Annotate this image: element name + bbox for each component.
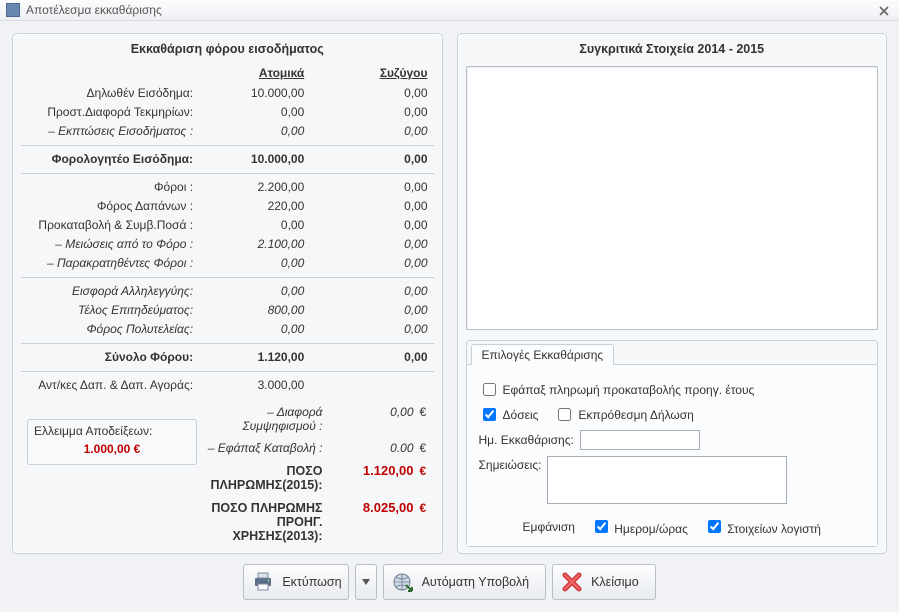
notes-textarea[interactable] [547, 456, 787, 504]
table-row: Εισφορά Αλληλεγγύης: 0,00 0,00 [21, 282, 434, 301]
close-icon[interactable] [875, 3, 893, 19]
table-row: – Εκπτώσεις Εισοδήματος : 0,00 0,00 [21, 122, 434, 141]
deficit-value: 1.000,00 € [34, 438, 190, 456]
table-row: Φόροι : 2.200,00 0,00 [21, 178, 434, 197]
table-row: Τέλος Επιτηδεύματος: 800,00 0,00 [21, 301, 434, 320]
chevron-down-icon [362, 579, 370, 585]
display-label: Εμφάνιση [523, 520, 575, 534]
table-row: – Μειώσεις από το Φόρο : 2.100,00 0,00 [21, 235, 434, 254]
clearance-date-input[interactable] [580, 430, 700, 450]
col-header-spouse: Συζύγου [326, 66, 433, 80]
notes-label: Σημειώσεις: [479, 456, 542, 472]
tax-table: Ατομικά Συζύγου Δηλωθέν Εισόδημα: 10.000… [21, 60, 434, 547]
checkbox-late-declaration-input[interactable] [558, 408, 571, 421]
table-row: – Παρακρατηθέντες Φόροι : 0,00 0,00 [21, 254, 434, 273]
window-title: Αποτέλεσμα εκκαθάρισης [26, 3, 162, 17]
tax-panel-title: Εκκαθάριση φόρου εισοδήματος [21, 42, 434, 60]
printer-icon [252, 571, 274, 593]
checkbox-lump-prepayment-input[interactable] [483, 383, 496, 396]
tax-clearance-panel: Εκκαθάριση φόρου εισοδήματος Ατομικά Συζ… [12, 33, 443, 554]
clearance-date-label: Ημ. Εκκαθάρισης: [479, 433, 574, 447]
app-icon [6, 3, 20, 17]
checkbox-show-datetime[interactable]: Ημερομ/ώρας [591, 517, 688, 536]
payment-current-row: ΠΟΣΟ ΠΛΗΡΩΜΗΣ(2015): 1.120,00 € [201, 459, 434, 496]
comparison-panel: Συγκριτικά Στοιχεία 2014 - 2015 Επιλογές… [457, 33, 888, 554]
table-row: Φόρος Πολυτελείας: 0,00 0,00 [21, 320, 434, 339]
checkbox-lump-prepayment[interactable]: Εφάπαξ πληρωμή προκαταβολής προηγ. έτους [479, 380, 755, 399]
purchase-expenses-row: Αντ/κες Δαπ. & Δαπ. Αγοράς: 3.000,00 [21, 376, 434, 395]
col-header-personal: Ατομικά [203, 66, 326, 80]
table-row: Φόρος Δαπάνων : 220,00 0,00 [21, 197, 434, 216]
content-area: Εκκαθάριση φόρου εισοδήματος Ατομικά Συζ… [0, 21, 899, 612]
comparison-area [466, 66, 879, 330]
checkbox-installments[interactable]: Δόσεις [479, 405, 539, 424]
deficit-label: Ελλειμμα Αποδείξεων: [34, 424, 190, 438]
receipts-deficit-box: Ελλειμμα Αποδείξεων: 1.000,00 € [27, 419, 197, 465]
button-bar: Εκτύπωση Αυτόματη Υποβολή [12, 554, 887, 600]
options-tabs: Επιλογές Εκκαθάρισης Εφάπαξ πληρωμή προκ… [466, 340, 879, 547]
titlebar: Αποτέλεσμα εκκαθάρισης [0, 0, 899, 21]
print-dropdown-button[interactable] [355, 564, 377, 600]
window-root: Αποτέλεσμα εκκαθάρισης Εκκαθάριση φόρου … [0, 0, 899, 612]
close-x-icon [561, 571, 583, 593]
checkbox-show-accountant-input[interactable] [708, 520, 721, 533]
table-row: Προστ.Διαφορά Τεκμηρίων: 0,00 0,00 [21, 103, 434, 122]
lump-sum-row: – Εφάπαξ Καταβολή : 0.00 € [201, 437, 434, 459]
comparison-title: Συγκριτικά Στοιχεία 2014 - 2015 [466, 42, 879, 60]
print-button[interactable]: Εκτύπωση [243, 564, 348, 600]
globe-arrow-icon [392, 571, 414, 593]
payment-previous-row: ΠΟΣΟ ΠΛΗΡΩΜΗΣ ΠΡΟΗΓ. ΧΡΗΣΗΣ(2013): 8.025… [201, 496, 434, 547]
table-row: Δηλωθέν Εισόδημα: 10.000,00 0,00 [21, 84, 434, 103]
auto-submit-button[interactable]: Αυτόματη Υποβολή [383, 564, 546, 600]
checkbox-show-accountant[interactable]: Στοιχείων λογιστή [704, 517, 821, 536]
tab-clearance-options[interactable]: Επιλογές Εκκαθάρισης [471, 344, 615, 365]
offset-diff-row: – Διαφορά Συμψηφισμού : 0,00 € [201, 401, 434, 437]
checkbox-show-datetime-input[interactable] [595, 520, 608, 533]
checkbox-installments-input[interactable] [483, 408, 496, 421]
close-button[interactable]: Κλείσιμο [552, 564, 656, 600]
total-tax-row: Σύνολο Φόρου: 1.120,00 0,00 [21, 348, 434, 367]
taxable-income-row: Φορολογητέο Εισόδημα: 10.000,00 0,00 [21, 150, 434, 169]
checkbox-late-declaration[interactable]: Εκπρόθεσμη Δήλωση [554, 405, 693, 424]
table-row: Προκαταβολή & Συμβ.Ποσά : 0,00 0,00 [21, 216, 434, 235]
